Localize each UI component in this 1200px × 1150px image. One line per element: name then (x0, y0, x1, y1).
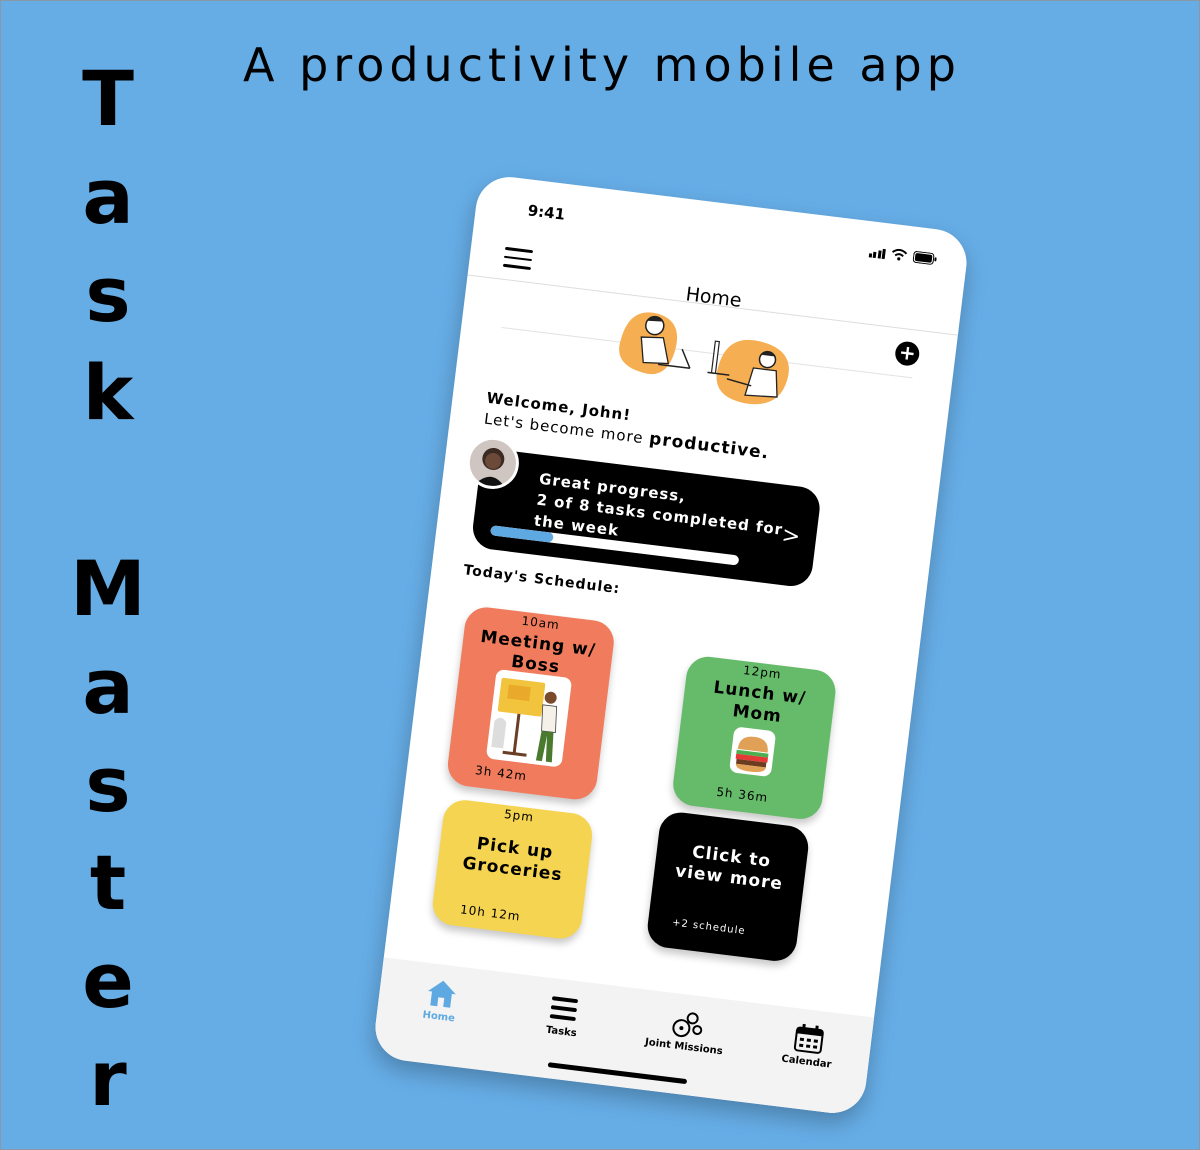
avatar-image (467, 437, 519, 489)
title-letter: s (85, 740, 131, 829)
schedule-duration: 5h 36m (715, 784, 769, 805)
title-letter: k (82, 348, 134, 437)
poster-title: T a s k M a s t e r (62, 50, 154, 1128)
tab-tasks[interactable]: Tasks (516, 988, 611, 1043)
progress-card[interactable]: Great progress, 2 of 8 tasks completed f… (470, 447, 823, 589)
status-time: 9:41 (526, 201, 567, 224)
title-letter: T (82, 54, 134, 143)
status-icons (868, 245, 937, 265)
add-button[interactable]: + (893, 340, 921, 367)
schedule-duration: 3h 42m (474, 763, 528, 784)
home-icon (427, 980, 456, 1008)
title-letter: a (82, 642, 134, 731)
schedule-heading: Today's Schedule: (462, 562, 622, 598)
schedule-time: 5pm (503, 806, 535, 825)
title-letter: a (82, 152, 134, 241)
meeting-illustration (485, 668, 573, 768)
schedule-time: 10am (520, 613, 561, 633)
view-more-count: +2 schedule (671, 917, 747, 938)
view-more-button[interactable]: Click to view more +2 schedule (645, 810, 811, 964)
schedule-item-lunch[interactable]: 12pm Lunch w/ Mom 5h 36m (670, 654, 838, 822)
tab-label: Home (421, 1009, 456, 1025)
tab-label: Tasks (545, 1024, 578, 1040)
calendar-icon (794, 1023, 825, 1054)
tasks-icon (550, 996, 579, 1021)
tab-bar: Home Tasks Joint Missions Calendar (371, 957, 875, 1117)
chevron-right-icon[interactable]: > (780, 523, 801, 550)
schedule-item-groceries[interactable]: 5pm Pick up Groceries 10h 12m (430, 797, 595, 942)
burger-icon (728, 726, 777, 778)
title-letter: t (89, 838, 127, 927)
title-letter: M (70, 544, 146, 633)
schedule-title: Pick up Groceries (461, 832, 566, 886)
wifi-icon (891, 248, 908, 261)
title-letter: e (82, 936, 134, 1025)
signal-icon (868, 247, 886, 260)
schedule-time: 12pm (742, 663, 783, 682)
tab-home[interactable]: Home (393, 973, 488, 1028)
view-more-title: Click to view more (674, 840, 787, 895)
phone-mockup: 9:41 Home + Welcome, John! Let's become … (371, 173, 971, 1117)
tab-calendar[interactable]: Calendar (761, 1018, 856, 1073)
title-letter: r (89, 1034, 127, 1123)
tab-joint-missions[interactable]: Joint Missions (639, 1003, 734, 1058)
schedule-duration: 10h 12m (459, 902, 522, 924)
poster-tagline: A productivity mobile app (243, 38, 961, 92)
schedule-title: Lunch w/ Mom (710, 678, 807, 731)
tab-label: Calendar (780, 1053, 833, 1071)
schedule-item-meeting[interactable]: 10am Meeting w/ Boss 3h 42m (445, 604, 617, 802)
title-letter: s (85, 250, 131, 339)
battery-icon (912, 251, 937, 265)
tab-label: Joint Missions (644, 1036, 724, 1058)
joint-missions-icon (672, 1012, 703, 1038)
